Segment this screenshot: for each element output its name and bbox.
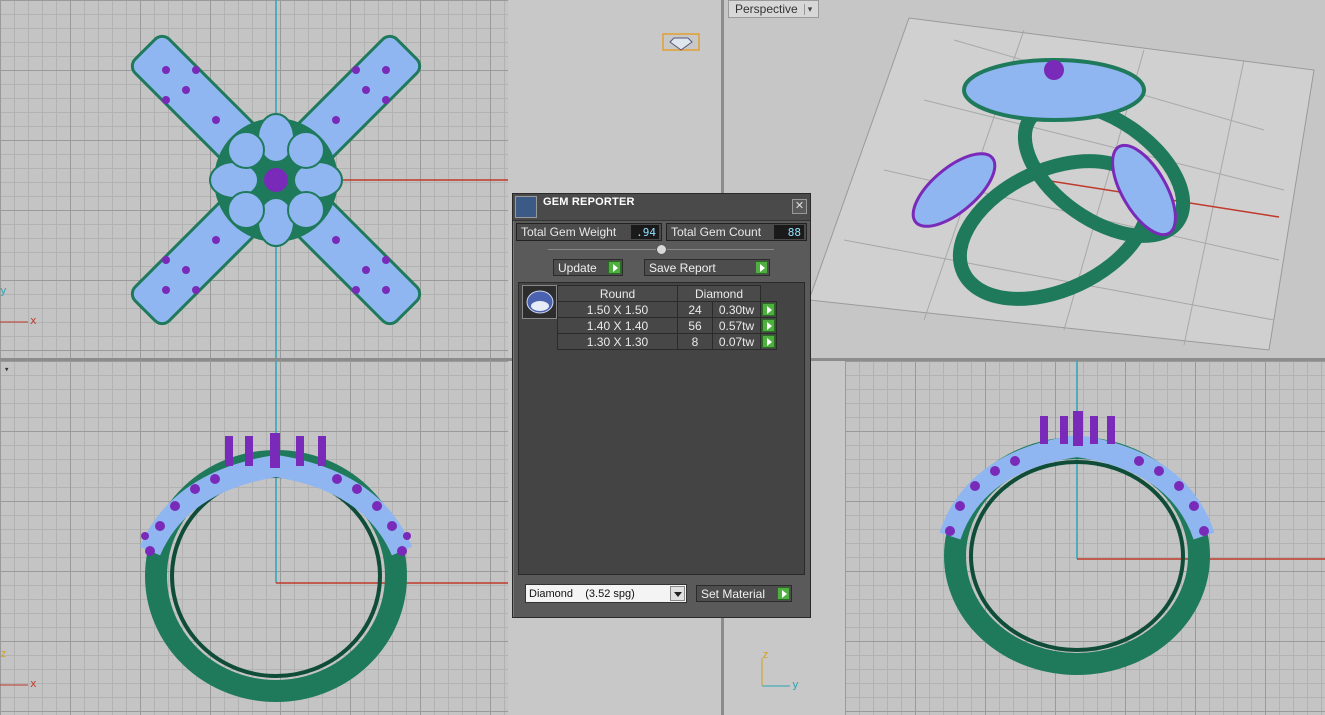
dialog-titlebar[interactable]: GEM REPORTER ✕ (513, 194, 810, 221)
gem-table: Round Diamond 1.50 X 1.50 24 0.30tw 1.40… (557, 285, 777, 350)
gem-count: 56 (677, 317, 713, 334)
total-gem-count-value: 88 (774, 225, 804, 239)
gem-size: 1.50 X 1.50 (557, 301, 678, 318)
set-material-button[interactable]: Set Material (696, 585, 792, 602)
viewport-perspective[interactable] (724, 0, 1325, 358)
gem-weight: 0.57tw (712, 317, 761, 334)
axis-z-label: z (762, 648, 769, 661)
table-row[interactable]: 1.30 X 1.30 8 0.07tw (557, 333, 777, 350)
table-header-row: Round Diamond (557, 285, 777, 302)
axis-x-label: x (30, 677, 37, 690)
gem-size: 1.40 X 1.40 (557, 317, 678, 334)
round-gem-icon (526, 290, 554, 314)
viewport-mode-text: Perspective (735, 2, 798, 16)
axis-y-label: y (0, 284, 7, 297)
column-header-shape: Round (557, 285, 678, 302)
gem-weight: 0.30tw (712, 301, 761, 318)
play-icon (762, 335, 775, 348)
axis-z-label: z (0, 647, 7, 660)
material-select-value: Diamond (3.52 spg) (529, 587, 635, 600)
row-select-button[interactable] (760, 301, 777, 318)
table-row[interactable]: 1.50 X 1.50 24 0.30tw (557, 301, 777, 318)
total-gem-weight-value: .94 (631, 225, 659, 239)
diamond-icon[interactable] (662, 30, 700, 54)
gem-count: 24 (677, 301, 713, 318)
gem-size: 1.30 X 1.30 (557, 333, 678, 350)
row-select-button[interactable] (760, 317, 777, 334)
total-gem-count-field: Total Gem Count 88 (666, 223, 807, 241)
chevron-down-icon: ▾ (803, 3, 812, 15)
play-icon (608, 261, 621, 274)
row-select-button[interactable] (760, 333, 777, 350)
cad-workspace: y x Perspective ▾ z x ▾ z y GEM REPORTER… (0, 0, 1325, 715)
play-icon (755, 261, 768, 274)
ring-side-view (939, 361, 1325, 675)
material-select[interactable]: Diamond (3.52 spg) (525, 584, 687, 603)
play-icon (762, 319, 775, 332)
update-button-label: Update (558, 260, 597, 275)
column-header-material: Diamond (677, 285, 761, 302)
viewport-mode-label[interactable]: Perspective ▾ (728, 0, 820, 18)
dialog-title: GEM REPORTER (543, 196, 635, 208)
gem-count: 8 (677, 333, 713, 350)
total-gem-count-label: Total Gem Count (671, 225, 762, 239)
table-row[interactable]: 1.40 X 1.40 56 0.57tw (557, 317, 777, 334)
ring-front-view (0, 361, 508, 702)
set-material-button-label: Set Material (701, 586, 766, 601)
total-gem-weight-label: Total Gem Weight (521, 225, 617, 239)
slider-handle[interactable] (656, 244, 667, 255)
ring-top-view (0, 0, 508, 358)
save-report-button-label: Save Report (649, 260, 716, 275)
update-button[interactable]: Update (553, 259, 623, 276)
close-icon[interactable]: ✕ (792, 199, 807, 214)
viewport-top[interactable]: y x (0, 0, 508, 358)
round-gem-thumbnail[interactable] (522, 285, 557, 319)
viewport-front[interactable]: z x ▾ (0, 361, 508, 715)
gem-weight: 0.07tw (712, 333, 761, 350)
axis-x-label: x (30, 314, 37, 327)
play-icon (762, 303, 775, 316)
chevron-down-icon[interactable]: ▾ (4, 365, 9, 375)
total-gem-weight-field: Total Gem Weight .94 (516, 223, 662, 241)
ring-perspective-view (808, 17, 1315, 351)
axis-y-label: y (792, 678, 799, 691)
play-icon (777, 587, 790, 600)
save-report-button[interactable]: Save Report (644, 259, 770, 276)
chevron-down-icon[interactable] (670, 586, 685, 601)
viewport-side[interactable] (845, 361, 1325, 715)
gem-reporter-icon (515, 196, 537, 218)
